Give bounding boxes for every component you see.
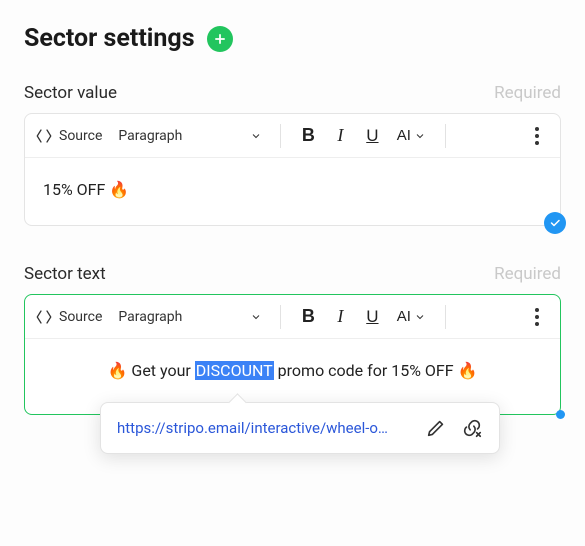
sector-text-label: Sector text — [24, 264, 106, 284]
source-button[interactable]: Source — [35, 308, 102, 326]
more-menu-button[interactable] — [524, 121, 550, 151]
underline-button[interactable]: U — [357, 121, 387, 151]
resize-handle[interactable] — [556, 410, 565, 419]
ai-button[interactable]: AI — [389, 121, 433, 151]
page-title: Sector settings — [24, 24, 195, 53]
pencil-icon — [425, 417, 447, 439]
source-icon — [35, 308, 53, 326]
underline-button[interactable]: U — [357, 302, 387, 332]
chevron-down-icon — [250, 130, 262, 142]
add-sector-button[interactable] — [207, 26, 233, 52]
separator — [280, 305, 281, 329]
kebab-icon — [535, 134, 539, 138]
link-popover: https://stripo.email/interactive/wheel-o… — [100, 402, 500, 454]
more-menu-button[interactable] — [524, 302, 550, 332]
separator — [280, 124, 281, 148]
required-indicator: Required — [494, 83, 561, 103]
check-icon — [549, 217, 561, 229]
italic-button[interactable]: I — [325, 302, 355, 332]
separator — [445, 305, 446, 329]
highlighted-link-text[interactable]: DISCOUNT — [195, 361, 274, 380]
valid-badge — [544, 212, 566, 234]
source-icon — [35, 127, 53, 145]
editor-toolbar: Source Paragraph B I U AI — [25, 114, 560, 158]
paragraph-dropdown[interactable]: Paragraph — [118, 128, 268, 144]
chevron-down-icon — [250, 311, 262, 323]
sector-value-editor[interactable]: Source Paragraph B I U AI 15% OFF 🔥 — [24, 113, 561, 226]
link-url[interactable]: https://stripo.email/interactive/wheel-o… — [117, 419, 411, 437]
chevron-down-icon — [414, 311, 426, 323]
plus-icon — [213, 32, 227, 46]
separator — [445, 124, 446, 148]
italic-button[interactable]: I — [325, 121, 355, 151]
unlink-icon — [461, 417, 483, 439]
kebab-icon — [535, 315, 539, 319]
source-button[interactable]: Source — [35, 127, 102, 145]
sector-text-editor[interactable]: Source Paragraph B I U AI 🔥 Get your DIS… — [24, 294, 561, 415]
sector-value-label: Sector value — [24, 83, 117, 103]
bold-button[interactable]: B — [293, 121, 323, 151]
required-indicator: Required — [494, 264, 561, 284]
ai-button[interactable]: AI — [389, 302, 433, 332]
edit-link-button[interactable] — [425, 417, 447, 439]
bold-button[interactable]: B — [293, 302, 323, 332]
unlink-button[interactable] — [461, 417, 483, 439]
chevron-down-icon — [414, 130, 426, 142]
paragraph-dropdown[interactable]: Paragraph — [118, 309, 268, 325]
editor-toolbar: Source Paragraph B I U AI — [25, 295, 560, 339]
sector-value-content[interactable]: 15% OFF 🔥 — [25, 158, 560, 225]
